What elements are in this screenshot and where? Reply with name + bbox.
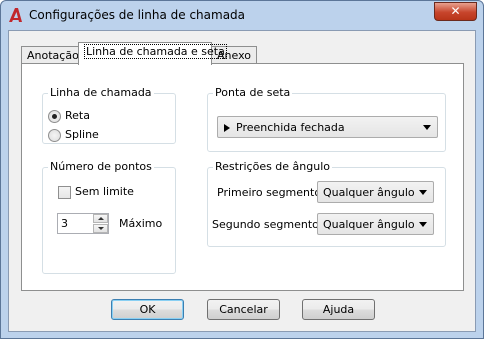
stepper-up-button[interactable] [93, 214, 108, 223]
dialog-window: Configurações de linha de chamada ✕ Anot… [0, 0, 484, 339]
closed-filled-arrow-icon [224, 124, 230, 132]
close-button[interactable]: ✕ [434, 2, 477, 21]
max-points-stepper[interactable]: 3 [57, 213, 109, 234]
chevron-down-icon [419, 222, 427, 227]
close-icon: ✕ [450, 4, 461, 18]
no-limit-label[interactable]: Sem limite [75, 185, 134, 198]
second-segment-select[interactable]: Qualquer ângulo [317, 213, 434, 235]
dialog-client-area: Anotação Linha de chamada e seta Anexo L… [8, 30, 476, 332]
max-label: Máximo [119, 217, 163, 230]
second-segment-label: Segundo segmento: [212, 218, 323, 231]
no-limit-checkbox[interactable] [58, 186, 71, 199]
radio-reta[interactable] [48, 110, 61, 123]
first-segment-value: Qualquer ângulo [323, 186, 415, 199]
title-bar[interactable]: Configurações de linha de chamada ✕ [1, 1, 483, 31]
radio-spline-label[interactable]: Spline [65, 128, 99, 141]
chevron-down-icon [423, 125, 431, 130]
points-group: Número de pontos Sem limite 3 Máximo [42, 160, 176, 274]
group-legend: Restrições de ângulo [213, 160, 333, 173]
radio-spline[interactable] [48, 129, 61, 142]
arrow-down-icon [98, 227, 104, 230]
autocad-app-icon [9, 8, 22, 22]
tab-page: Linha de chamada Reta Spline Ponta de se… [21, 63, 464, 291]
help-button[interactable]: Ajuda [302, 299, 375, 320]
arrowhead-group: Ponta de seta Preenchida fechada [207, 86, 446, 152]
tab-label: Linha de chamada e seta [84, 44, 227, 59]
radio-reta-label[interactable]: Reta [65, 109, 90, 122]
first-segment-select[interactable]: Qualquer ângulo [317, 181, 434, 203]
tab-label: Anotação [27, 49, 79, 62]
first-segment-label: Primeiro segmento: [217, 186, 325, 199]
group-legend: Linha de chamada [48, 86, 154, 99]
arrow-up-icon [98, 217, 104, 220]
window-title: Configurações de linha de chamada [29, 8, 246, 22]
second-segment-value: Qualquer ângulo [323, 218, 415, 231]
angle-constraints-group: Restrições de ângulo Primeiro segmento: … [207, 160, 446, 247]
stepper-down-button[interactable] [93, 224, 108, 233]
arrowhead-select-value: Preenchida fechada [236, 121, 345, 134]
tab-linha-de-chamada-e-seta[interactable]: Linha de chamada e seta [78, 42, 227, 65]
cancel-button[interactable]: Cancelar [207, 299, 280, 320]
group-legend: Ponta de seta [213, 86, 293, 99]
leader-line-group: Linha de chamada Reta Spline [42, 86, 176, 144]
group-legend: Número de pontos [48, 160, 154, 173]
arrowhead-select[interactable]: Preenchida fechada [217, 116, 438, 138]
stepper-buttons [93, 214, 108, 233]
max-points-value: 3 [61, 217, 68, 230]
ok-button[interactable]: OK [111, 299, 184, 320]
chevron-down-icon [419, 190, 427, 195]
